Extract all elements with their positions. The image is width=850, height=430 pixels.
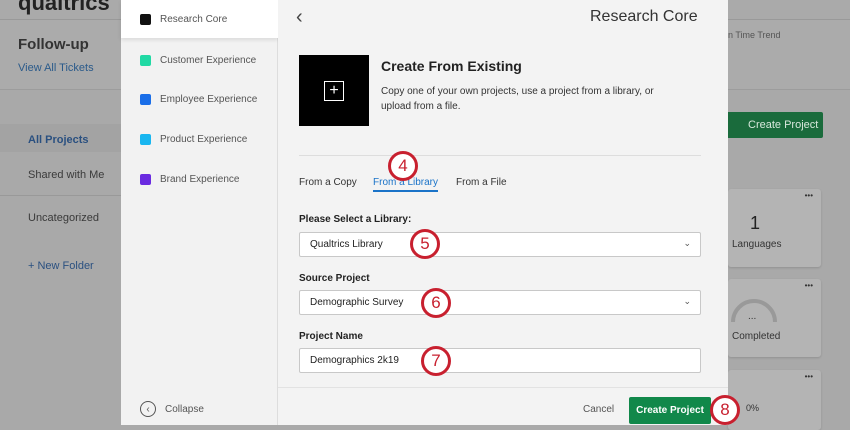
sidebar-item-label: Research Core (160, 13, 228, 25)
tab-from-a-file[interactable]: From a File (456, 177, 507, 188)
divider (0, 195, 121, 196)
product-experience-icon (140, 133, 151, 145)
employee-experience-icon (140, 93, 151, 105)
nav-all-projects[interactable]: All Projects (0, 134, 121, 146)
library-select[interactable]: Qualtrics Library ⌄ (299, 232, 701, 257)
card-label: Languages (732, 239, 782, 250)
card-value: 0% (746, 403, 760, 413)
source-project-label: Source Project (299, 273, 370, 284)
collapse-button[interactable]: ‹ Collapse (121, 390, 278, 428)
create-project-button[interactable]: Create Project (629, 397, 711, 424)
collapse-label: Collapse (165, 403, 204, 415)
bg-create-project-button[interactable]: Create Project (718, 112, 823, 138)
view-all-tickets-link[interactable]: View All Tickets (18, 62, 94, 74)
bg-create-project-label: Create Project (748, 119, 819, 131)
nav-uncategorized[interactable]: Uncategorized (0, 212, 121, 224)
stat-card: ••• 0% (728, 370, 821, 430)
product-sidebar: Research Core Customer Experience Employ… (121, 0, 278, 425)
research-core-icon (140, 13, 151, 25)
sidebar-item-label: Customer Experience (160, 54, 257, 66)
trend-label: n Time Trend (728, 30, 781, 40)
sidebar-item-label: Brand Experience (160, 173, 240, 185)
chevron-down-icon: ⌄ (683, 238, 691, 248)
sidebar-item-research-core[interactable]: Research Core (121, 0, 278, 38)
sidebar-item-employee-experience[interactable]: Employee Experience (121, 80, 278, 118)
sidebar-item-brand-experience[interactable]: Brand Experience (121, 160, 278, 198)
annotation-badge: 4 (388, 151, 418, 181)
annotation-badge: 6 (421, 288, 451, 318)
annotation-badge: 5 (410, 229, 440, 259)
stat-card: ••• 1 Languages (728, 189, 821, 267)
project-name-label: Project Name (299, 331, 363, 342)
source-project-select[interactable]: Demographic Survey ⌄ (299, 290, 701, 315)
back-chevron-icon[interactable]: ‹ (296, 6, 303, 29)
tab-from-a-copy[interactable]: From a Copy (299, 177, 357, 188)
footer-divider (278, 387, 728, 388)
sidebar-item-label: Employee Experience (160, 93, 258, 105)
customer-experience-icon (140, 54, 151, 66)
qualtrics-logo: qualtrics (18, 0, 110, 15)
modal-header-title: Research Core (590, 8, 698, 25)
nav-shared-with-me[interactable]: Shared with Me (0, 169, 121, 181)
plus-square-icon: + (324, 80, 344, 101)
followup-title: Follow-up (18, 36, 89, 53)
more-icon[interactable]: ••• (805, 281, 813, 290)
library-label: Please Select a Library: (299, 214, 412, 225)
sidebar-item-customer-experience[interactable]: Customer Experience (121, 41, 278, 79)
more-icon[interactable]: ••• (805, 372, 813, 381)
new-folder-button[interactable]: + New Folder (0, 260, 121, 272)
section-heading: Create From Existing (381, 58, 522, 74)
project-name-input[interactable]: Demographics 2k19 (299, 348, 701, 373)
create-from-existing-image: + (299, 55, 369, 126)
source-project-select-value: Demographic Survey (310, 297, 404, 308)
annotation-badge: 8 (710, 395, 740, 425)
brand-experience-icon (140, 173, 151, 185)
stat-card: ••• ... Completed (728, 279, 821, 357)
chevron-down-icon: ⌄ (683, 296, 691, 306)
sidebar-item-product-experience[interactable]: Product Experience (121, 120, 278, 158)
chevron-left-circle-icon: ‹ (140, 401, 156, 417)
cancel-button[interactable]: Cancel (583, 404, 614, 415)
more-icon[interactable]: ••• (805, 191, 813, 200)
divider (299, 155, 701, 156)
card-value: ... (748, 311, 757, 322)
library-select-value: Qualtrics Library (310, 239, 383, 250)
section-description: Copy one of your own projects, use a pro… (381, 86, 654, 112)
create-project-label: Create Project (636, 405, 704, 416)
project-name-value: Demographics 2k19 (310, 355, 399, 366)
card-label: Completed (732, 331, 781, 342)
card-value: 1 (750, 213, 761, 233)
sidebar-item-label: Product Experience (160, 133, 248, 145)
annotation-badge: 7 (421, 346, 451, 376)
